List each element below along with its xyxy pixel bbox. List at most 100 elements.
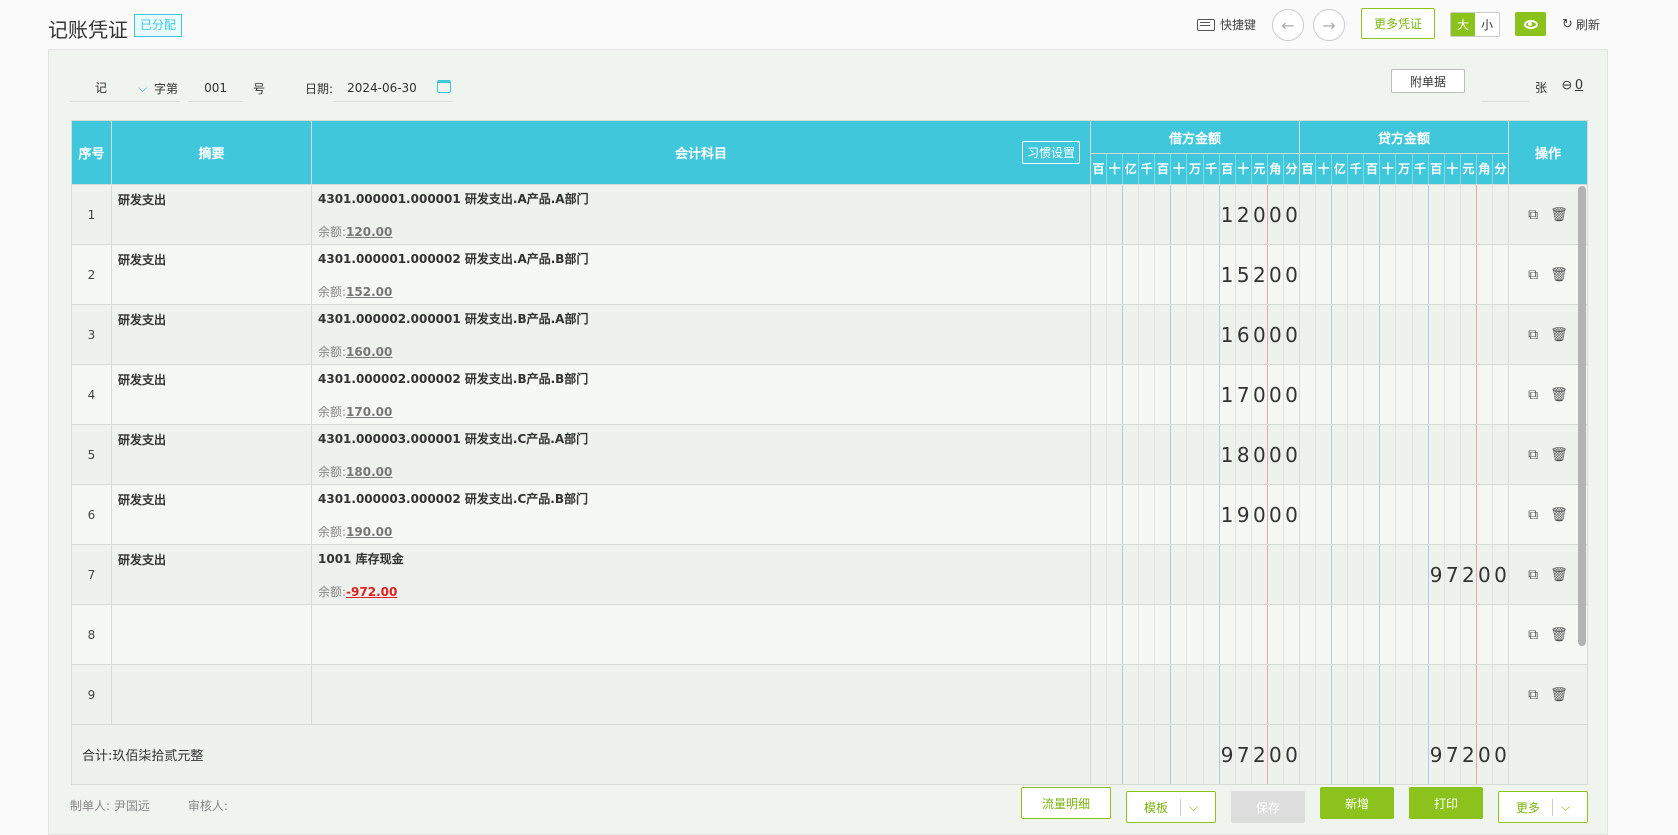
amount-digit xyxy=(1316,245,1333,304)
copy-icon[interactable]: ⧉ xyxy=(1528,627,1538,643)
amount-digit xyxy=(1364,245,1381,304)
summary-cell[interactable]: 研发支出 xyxy=(111,184,312,245)
delete-icon[interactable]: 🗑 xyxy=(1550,207,1568,223)
summary-cell[interactable]: 研发支出 xyxy=(111,304,312,365)
copy-icon[interactable]: ⧉ xyxy=(1528,507,1538,523)
balance-value[interactable]: 180.00 xyxy=(346,465,392,479)
debit-cell[interactable]: 15200 xyxy=(1090,244,1300,305)
flow-detail-button[interactable]: 流量明细 xyxy=(1021,787,1111,819)
subject-cell[interactable]: 4301.000003.000002 研发支出.C产品.B部门 余额:190.00 xyxy=(311,484,1091,545)
subject-cell[interactable]: 1001 库存现金 余额:-972.00 xyxy=(311,544,1091,605)
copy-icon[interactable]: ⧉ xyxy=(1528,567,1538,583)
amount-digit xyxy=(1493,485,1508,544)
save-button[interactable]: 保存 xyxy=(1231,791,1305,823)
debit-cell[interactable] xyxy=(1090,604,1300,665)
delete-icon[interactable]: 🗑 xyxy=(1550,447,1568,463)
amount-digit xyxy=(1252,665,1268,724)
total-debit-amount: 97200 xyxy=(1091,725,1299,784)
credit-cell[interactable] xyxy=(1299,244,1509,305)
subject-cell[interactable]: 4301.000002.000001 研发支出.B产品.A部门 余额:160.00 xyxy=(311,304,1091,365)
balance-value[interactable]: -972.00 xyxy=(346,585,397,599)
copy-icon[interactable]: ⧉ xyxy=(1528,267,1538,283)
credit-cell[interactable] xyxy=(1299,424,1509,485)
amount-digit xyxy=(1107,725,1124,784)
credit-cell[interactable] xyxy=(1299,184,1509,245)
copy-icon[interactable]: ⧉ xyxy=(1528,207,1538,223)
table-scrollbar-thumb[interactable] xyxy=(1578,186,1586,646)
credit-cell[interactable]: 97200 xyxy=(1299,544,1509,605)
amount-digit: 0 xyxy=(1268,305,1284,364)
refresh-button[interactable]: ↻ 刷新 xyxy=(1562,16,1600,33)
more-dropdown[interactable]: 更多 ⌵ xyxy=(1498,791,1588,823)
debit-digit-header: 百十亿千百十万千百十元角分 xyxy=(1090,153,1300,185)
summary-cell[interactable]: 研发支出 xyxy=(111,244,312,305)
subject-cell[interactable] xyxy=(311,664,1091,725)
row-ops: ⧉ 🗑 xyxy=(1508,304,1588,365)
copy-icon[interactable]: ⧉ xyxy=(1528,387,1538,403)
more-vouchers-button[interactable]: 更多凭证 xyxy=(1361,8,1435,39)
debit-cell[interactable] xyxy=(1090,544,1300,605)
subject-cell[interactable]: 4301.000003.000001 研发支出.C产品.A部门 余额:180.00 xyxy=(311,424,1091,485)
digit-unit-label: 分 xyxy=(1494,162,1507,176)
prev-voucher-button[interactable]: ← xyxy=(1272,9,1304,41)
next-voucher-button[interactable]: → xyxy=(1313,9,1345,41)
delete-icon[interactable]: 🗑 xyxy=(1550,327,1568,343)
balance-value[interactable]: 170.00 xyxy=(346,405,392,419)
credit-cell[interactable] xyxy=(1299,604,1509,665)
subject-cell[interactable] xyxy=(311,604,1091,665)
delete-icon[interactable]: 🗑 xyxy=(1550,507,1568,523)
credit-cell[interactable] xyxy=(1299,484,1509,545)
debit-cell[interactable]: 16000 xyxy=(1090,304,1300,365)
debit-cell[interactable] xyxy=(1090,664,1300,725)
summary-cell[interactable]: 研发支出 xyxy=(111,424,312,485)
credit-cell[interactable] xyxy=(1299,304,1509,365)
credit-cell[interactable] xyxy=(1299,364,1509,425)
date-input[interactable]: 2024-06-30 xyxy=(333,74,454,102)
attachment-count-input[interactable] xyxy=(1481,74,1529,102)
template-dropdown[interactable]: 模板 ⌵ xyxy=(1126,791,1216,823)
summary-cell[interactable]: 研发支出 xyxy=(111,544,312,605)
summary-cell[interactable]: 研发支出 xyxy=(111,484,312,545)
copy-icon[interactable]: ⧉ xyxy=(1528,687,1538,703)
amount-digit xyxy=(1107,485,1124,544)
delete-icon[interactable]: 🗑 xyxy=(1550,387,1568,403)
amount-digit xyxy=(1413,485,1429,544)
summary-cell[interactable] xyxy=(111,604,312,665)
shortcut-button[interactable]: 快捷键 xyxy=(1197,16,1256,33)
debit-cell[interactable]: 17000 xyxy=(1090,364,1300,425)
debit-cell[interactable]: 19000 xyxy=(1090,484,1300,545)
table-scrollbar[interactable] xyxy=(1578,186,1586,646)
summary-cell[interactable] xyxy=(111,664,312,725)
subject-cell[interactable]: 4301.000001.000001 研发支出.A产品.A部门 余额:120.00 xyxy=(311,184,1091,245)
habit-settings-button[interactable]: 习惯设置 xyxy=(1021,141,1080,164)
digit-unit-label: 千 xyxy=(1348,154,1365,184)
delete-icon[interactable]: 🗑 xyxy=(1550,267,1568,283)
subject-cell[interactable]: 4301.000002.000002 研发支出.B产品.B部门 余额:170.00 xyxy=(311,364,1091,425)
copy-icon[interactable]: ⧉ xyxy=(1528,327,1538,343)
balance-value[interactable]: 160.00 xyxy=(346,345,392,359)
delete-icon[interactable]: 🗑 xyxy=(1550,687,1568,703)
size-large-option[interactable]: 大 xyxy=(1451,13,1475,36)
size-small-option[interactable]: 小 xyxy=(1475,13,1499,36)
voucher-number-input[interactable]: 001 xyxy=(188,74,244,102)
attachment-link[interactable]: ⊘ 0 xyxy=(1557,76,1583,94)
print-button[interactable]: 打印 xyxy=(1409,787,1483,819)
digit-unit-label: 千 xyxy=(1204,154,1220,184)
credit-cell[interactable] xyxy=(1299,664,1509,725)
balance-value[interactable]: 120.00 xyxy=(346,225,392,239)
voucher-word-select[interactable]: 记 ⌵ xyxy=(70,74,180,102)
debit-cell[interactable]: 18000 xyxy=(1090,424,1300,485)
balance-value[interactable]: 190.00 xyxy=(346,525,392,539)
summary-cell[interactable]: 研发支出 xyxy=(111,364,312,425)
copy-icon[interactable]: ⧉ xyxy=(1528,447,1538,463)
delete-icon[interactable]: 🗑 xyxy=(1550,567,1568,583)
balance-value[interactable]: 152.00 xyxy=(346,285,392,299)
subject-cell[interactable]: 4301.000001.000002 研发支出.A产品.B部门 余额:152.00 xyxy=(311,244,1091,305)
amount-digit xyxy=(1445,485,1461,544)
visibility-toggle-button[interactable] xyxy=(1515,12,1546,36)
add-button[interactable]: 新增 xyxy=(1320,787,1394,819)
amount-digit: 7 xyxy=(1236,365,1252,424)
attachment-button[interactable]: 附单据 xyxy=(1391,69,1465,93)
debit-cell[interactable]: 12000 xyxy=(1090,184,1300,245)
delete-icon[interactable]: 🗑 xyxy=(1550,627,1568,643)
